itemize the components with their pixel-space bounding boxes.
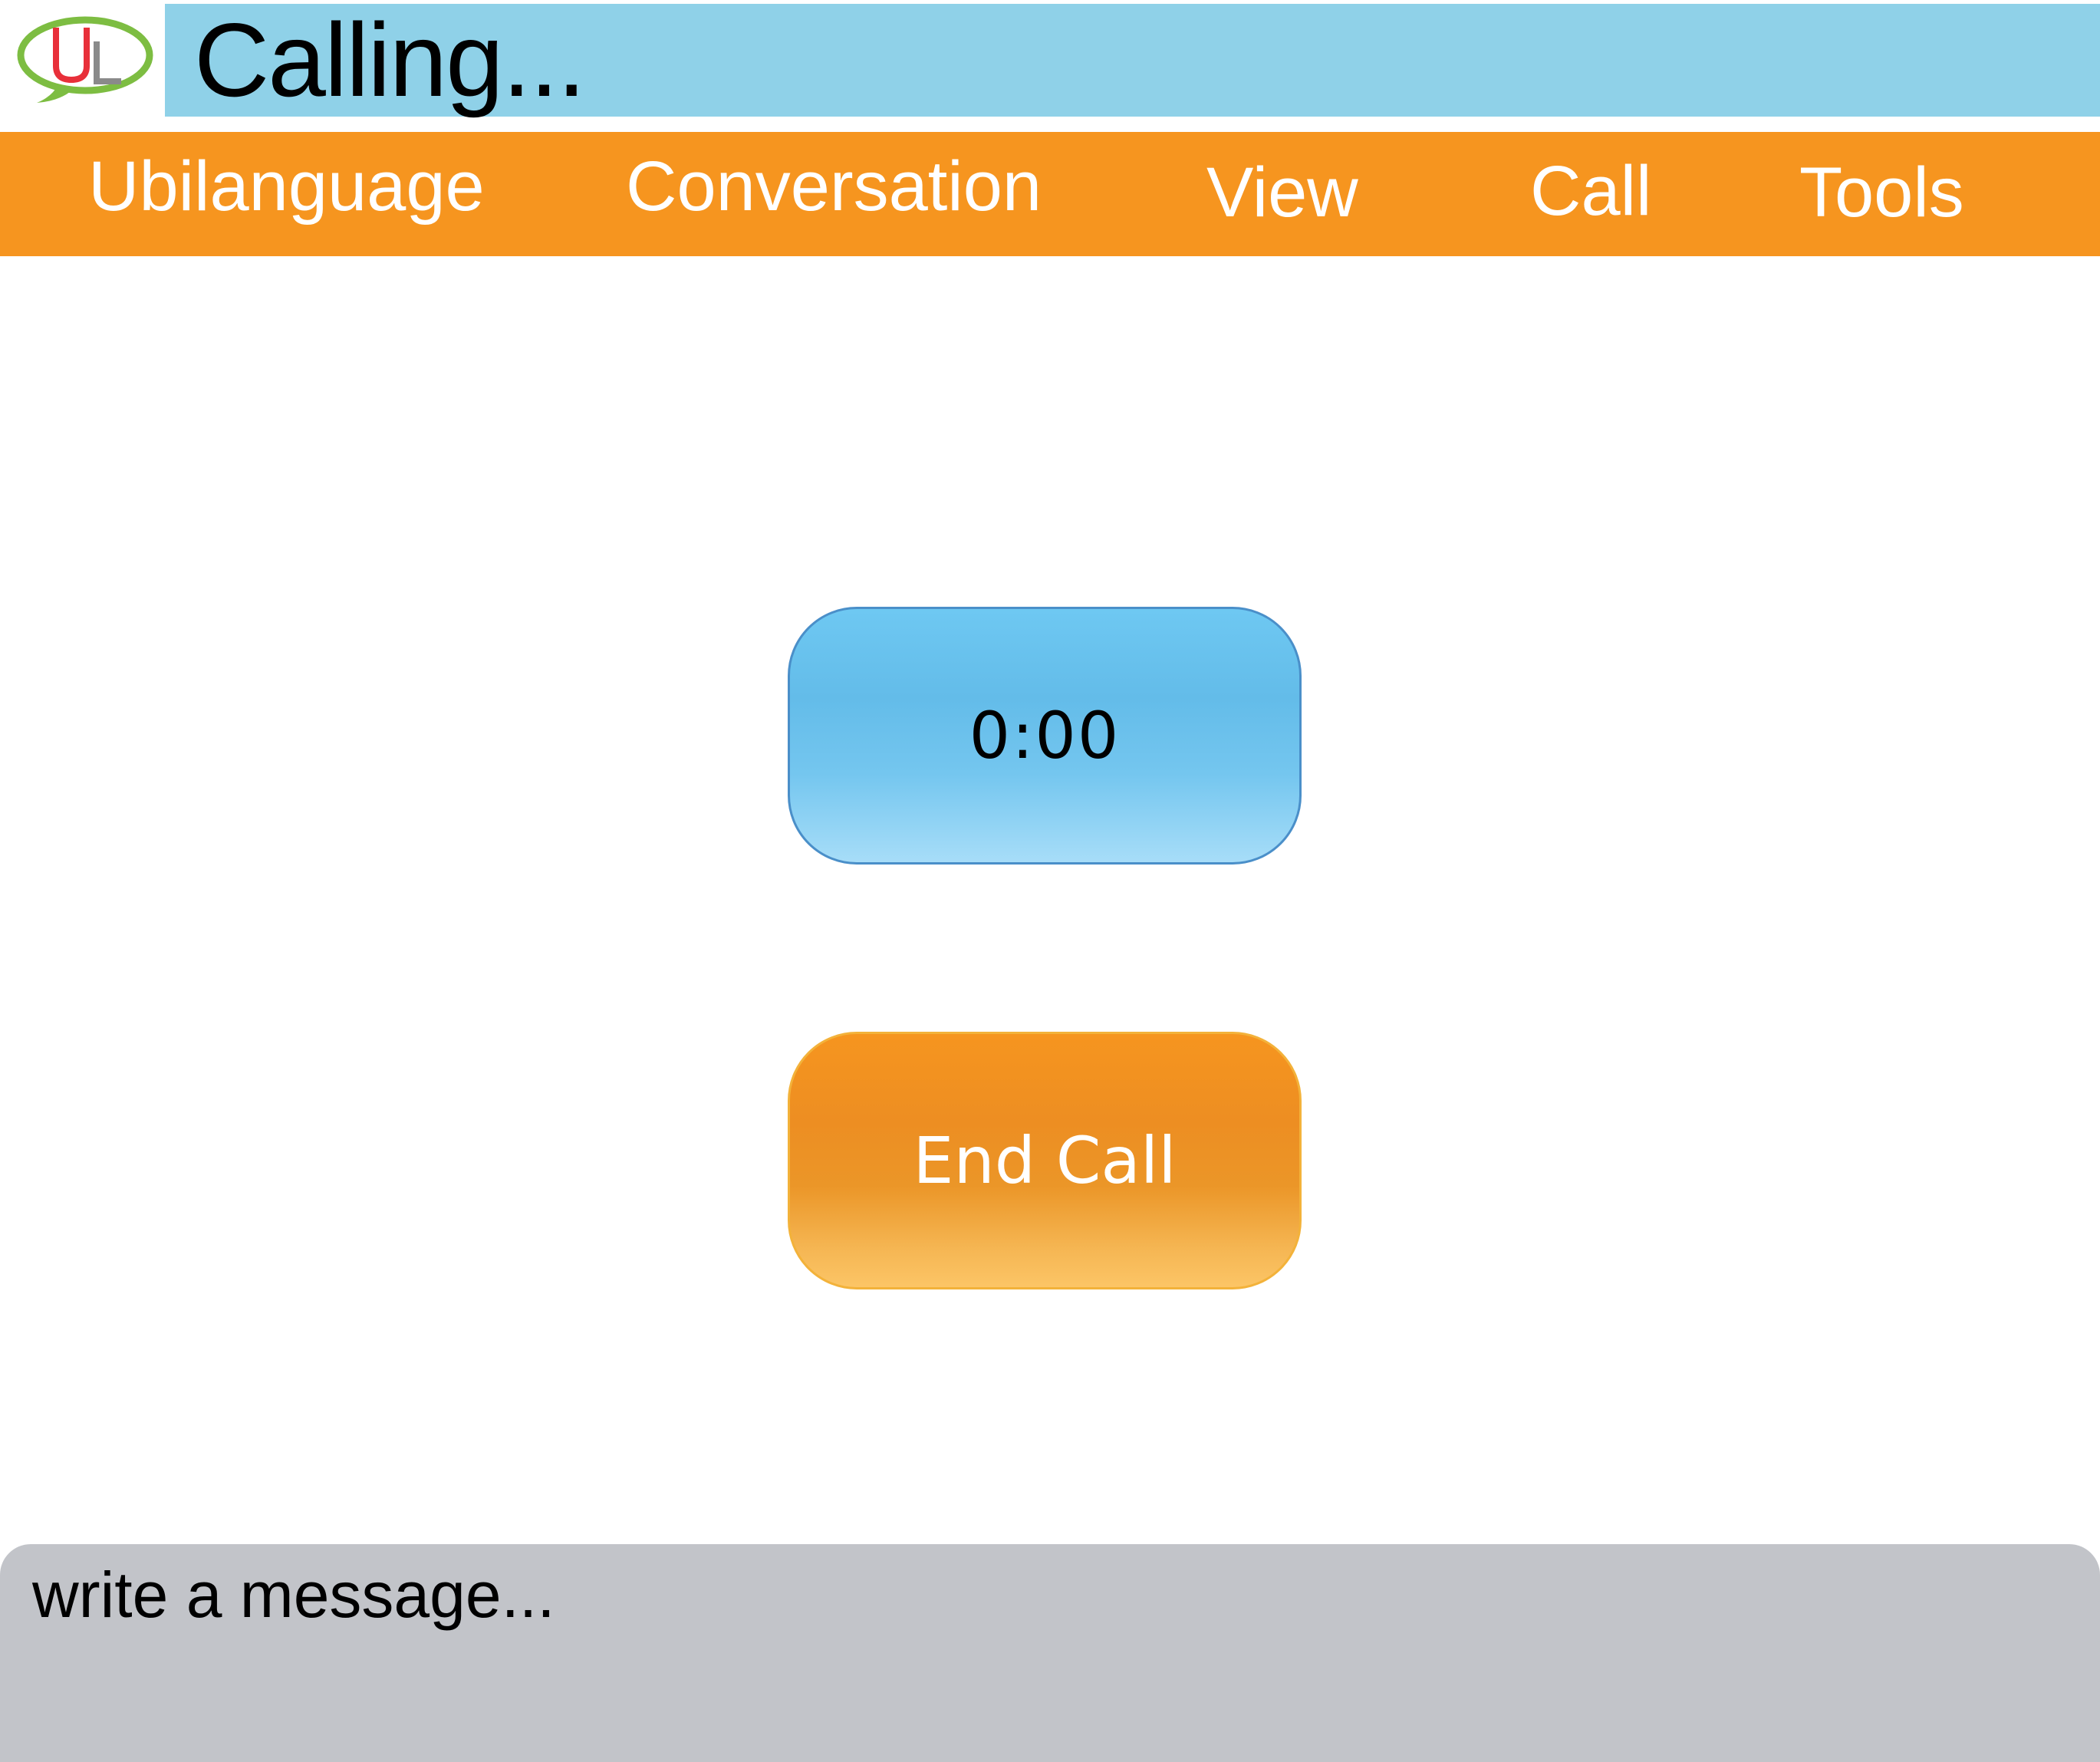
message-input[interactable]: write a message... <box>0 1544 2100 1762</box>
menu-bar: Ubilanguage Conversation View Call Tools <box>0 132 2100 256</box>
call-timer-display: 0:00 <box>788 607 1302 865</box>
message-placeholder: write a message... <box>32 1559 555 1631</box>
end-call-button[interactable]: End Call <box>788 1032 1302 1289</box>
calling-screen: Calling... Ubilanguage Conversation View… <box>0 0 2100 1762</box>
page-title: Calling... <box>194 2 586 118</box>
menu-item-ubilanguage[interactable]: Ubilanguage <box>88 124 485 249</box>
title-bar: Calling... <box>165 4 2100 117</box>
menu-item-conversation[interactable]: Conversation <box>626 124 1042 249</box>
menu-item-call[interactable]: Call <box>1530 129 1651 253</box>
menu-item-tools[interactable]: Tools <box>1799 130 1964 255</box>
menu-item-view[interactable]: View <box>1206 130 1358 255</box>
call-timer-text: 0:00 <box>969 698 1121 773</box>
end-call-label: End Call <box>913 1123 1177 1198</box>
ubilanguage-logo-icon <box>14 11 156 110</box>
